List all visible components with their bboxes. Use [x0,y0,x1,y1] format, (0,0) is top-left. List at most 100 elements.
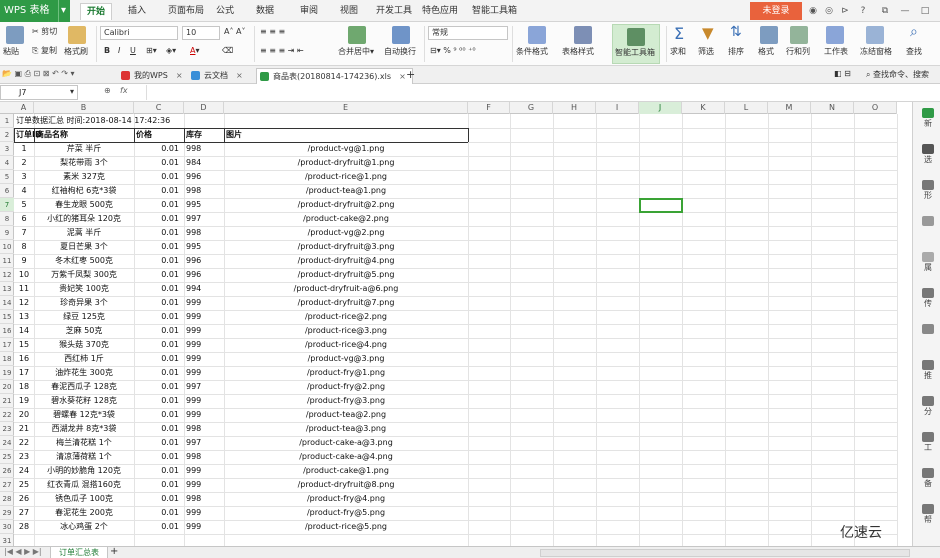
wps-app-menu[interactable]: WPS 表格 ▾ [0,0,70,22]
cell[interactable]: 夏日芒果 3个 [36,240,132,254]
quick-access-toolbar[interactable]: 📂 ▣ ⎙ ⊡ ⊠ ↶ ↷ ▾ [2,69,75,79]
merge-button[interactable]: 合并居中▾ [338,46,374,57]
number-format-select[interactable]: 常规 [428,26,508,40]
pin-icon[interactable]: ◧ ⊟ [834,69,851,78]
cell[interactable]: 999 [186,520,222,534]
cell[interactable]: 订单ID [16,128,42,142]
cell[interactable]: 998 [186,492,222,506]
cell[interactable]: /product-vg@1.png [226,142,466,156]
sheet-nav-arrows[interactable]: |◀ ◀ ▶ ▶| [4,547,42,556]
share-icon[interactable]: ⊳ [838,4,852,18]
row-header[interactable]: 8 [0,212,14,226]
cell[interactable]: 999 [186,366,222,380]
cell[interactable]: 0.01 [136,170,182,184]
cell[interactable]: 7 [16,226,32,240]
cell[interactable]: /product-dryfruit@5.png [226,268,466,282]
cell[interactable]: 999 [186,352,222,366]
cell[interactable]: 22 [16,436,32,450]
row-header[interactable]: 20 [0,380,14,394]
row-header[interactable]: 13 [0,282,14,296]
conditional-format-icon[interactable] [528,26,546,44]
cell[interactable]: /product-rice@1.png [226,170,466,184]
column-header[interactable]: K [682,102,725,114]
row-header[interactable]: 31 [0,534,14,546]
cell[interactable]: 997 [186,212,222,226]
side-panel-button[interactable]: 工 [915,430,940,460]
column-header[interactable]: A [14,102,34,114]
find-button[interactable]: 查找 [906,46,922,57]
cell[interactable]: 猴头菇 370克 [36,338,132,352]
cell[interactable]: 0.01 [136,226,182,240]
cell[interactable]: 珍奇异果 3个 [36,296,132,310]
cell[interactable]: /product-dryfruit@4.png [226,254,466,268]
column-header[interactable]: L [725,102,768,114]
cell[interactable]: 0.01 [136,296,182,310]
column-header[interactable]: C [134,102,184,114]
cell[interactable]: 红袖枸杞 6克*3袋 [36,184,132,198]
tab-cloud-docs[interactable]: 云文档 × [188,68,249,84]
percent-button[interactable]: ⊟▾ % ⁹ ⁰⁰ ⁺⁰ [430,46,476,55]
skin-icon[interactable]: ◉ [806,4,820,18]
cell[interactable]: 0.01 [136,156,182,170]
cell[interactable]: 2 [16,156,32,170]
cell[interactable]: 0.01 [136,366,182,380]
font-select[interactable]: Calibri [100,26,178,40]
cell[interactable]: 冰心鸡蛋 2个 [36,520,132,534]
formula-input[interactable] [146,85,936,100]
cell[interactable]: 26 [16,492,32,506]
cell[interactable]: /product-cake-a@4.png [226,450,466,464]
worksheet-icon[interactable] [826,26,844,44]
cell[interactable]: /product-rice@3.png [226,324,466,338]
cell[interactable]: 3 [16,170,32,184]
row-header[interactable]: 30 [0,520,14,534]
cell[interactable]: 图片 [226,128,466,142]
chevron-down-icon[interactable]: ▾ [70,87,74,96]
row-header[interactable]: 15 [0,310,14,324]
cell[interactable]: /product-vg@3.png [226,352,466,366]
cell[interactable]: 素米 327克 [36,170,132,184]
zoom-icon[interactable]: ⊕ [104,86,111,95]
cell[interactable]: 25 [16,478,32,492]
selected-cell[interactable] [639,198,683,213]
row-header[interactable]: 6 [0,184,14,198]
cell[interactable]: /product-tea@1.png [226,184,466,198]
cell[interactable]: 梨花带雨 3个 [36,156,132,170]
cell[interactable]: 春泥花生 200克 [36,506,132,520]
merge-icon[interactable] [348,26,366,44]
clear-icon[interactable]: ⌫ [222,46,233,55]
side-panel-button[interactable]: 属 [915,250,940,280]
wrap-button[interactable]: 自动换行 [384,46,416,57]
table-style-icon[interactable] [574,26,592,44]
cell[interactable]: /product-rice@5.png [226,520,466,534]
row-header[interactable]: 10 [0,240,14,254]
cell[interactable]: 0.01 [136,282,182,296]
cell[interactable]: 995 [186,240,222,254]
side-panel-button[interactable]: 分 [915,394,940,424]
column-header[interactable]: I [596,102,639,114]
filter-button[interactable]: 筛选 [698,46,714,57]
row-header[interactable]: 28 [0,492,14,506]
cell[interactable]: 0.01 [136,338,182,352]
paste-button[interactable]: 粘贴 [3,46,19,57]
side-panel-button[interactable]: 传 [915,286,940,316]
cell[interactable]: 0.01 [136,324,182,338]
row-header[interactable]: 23 [0,422,14,436]
cell[interactable]: 春生龙眼 500克 [36,198,132,212]
side-panel-button[interactable] [915,214,940,244]
row-header[interactable]: 22 [0,408,14,422]
cell[interactable]: 16 [16,352,32,366]
side-panel-button[interactable]: 选 [915,142,940,172]
column-header[interactable]: M [768,102,811,114]
cell[interactable]: 0.01 [136,478,182,492]
border-icon[interactable]: ⊞▾ [146,46,157,55]
tab-0[interactable]: 开始 [80,3,113,20]
worksheet-button[interactable]: 工作表 [824,46,848,57]
cell[interactable]: 0.01 [136,436,182,450]
cell[interactable]: 芹菜 半斤 [36,142,132,156]
tab-9[interactable]: 智能工具箱 [466,3,523,20]
cell[interactable]: 23 [16,450,32,464]
row-header[interactable]: 18 [0,352,14,366]
cell[interactable]: /product-rice@2.png [226,310,466,324]
maximize-icon[interactable]: □ [918,4,932,18]
side-panel-button[interactable]: 形 [915,178,940,208]
